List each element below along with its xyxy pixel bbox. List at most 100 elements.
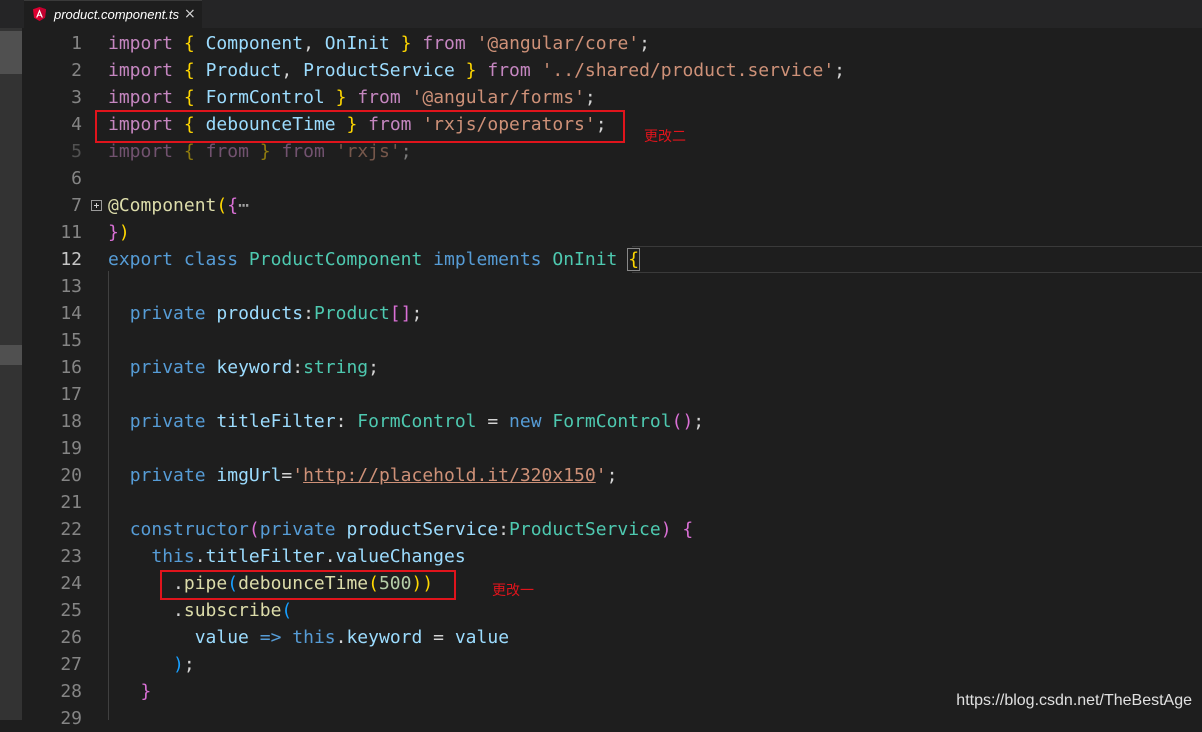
code-text: private products:Product[]; [108,300,423,327]
code-text: import { Product, ProductService } from … [108,57,845,84]
tok [108,627,195,648]
tok [108,465,130,486]
tok [206,303,217,324]
tok: { [682,519,694,540]
tok: : [292,357,304,378]
tok: ProductService [509,519,661,540]
tok [206,465,217,486]
tok: { [183,60,195,81]
folded-ellipsis[interactable]: ⋯ [238,195,249,216]
tok: private [129,411,206,432]
code-line: 1 import { Component, OnInit } from '@an… [22,30,1202,57]
tok [455,60,466,81]
tok: titleFilter [205,546,325,567]
code-text: } [108,678,152,705]
tok: @ [108,195,119,216]
code-text: import { Component, OnInit } from '@angu… [108,30,650,57]
tok [108,519,130,540]
tok: private [129,465,206,486]
tok: } [400,33,412,54]
tok: [] [389,303,412,324]
code-line: 20 private imgUrl='http://placehold.it/3… [22,462,1202,489]
tok [108,411,130,432]
code-text: value => this.keyword = value [108,624,509,651]
code-text: private titleFilter: FormControl = new F… [108,408,704,435]
tok: OnInit [552,249,618,270]
tok: Product [205,60,282,81]
code-line: 22 constructor(private productService:Pr… [22,516,1202,543]
tok [108,357,130,378]
tok: from [422,33,466,54]
tok: ; [400,141,412,162]
code-line: 2 import { Product, ProductService } fro… [22,57,1202,84]
tok: new [509,411,542,432]
tok: Component [205,33,304,54]
tok [249,627,260,648]
line-number: 22 [60,519,82,540]
line-number: 11 [60,222,82,243]
annotation-change2: 更改二 [644,129,686,145]
tok [195,141,206,162]
code-text: }) [108,219,130,246]
tok: => [259,627,282,648]
line-number: 29 [60,708,82,729]
tok: subscribe [183,600,282,621]
tok: } [108,222,119,243]
tok: keyword [346,627,423,648]
tok [173,33,184,54]
line-number: 20 [60,465,82,486]
tok: 'rxjs' [335,141,401,162]
tok: = [281,465,293,486]
tok [412,33,423,54]
line-number: 5 [71,141,82,162]
close-icon[interactable]: × [184,6,196,22]
tok [108,681,141,702]
line-number: 28 [60,681,82,702]
tok [346,87,357,108]
tab-bar: product.component.ts × [0,0,1202,28]
tok: class [183,249,239,270]
tok: = [476,411,510,432]
fold-expand-icon[interactable] [91,200,102,211]
line-number: 19 [60,438,82,459]
code-line: 18 private titleFilter: FormControl = ne… [22,408,1202,435]
tok: ( [281,600,293,621]
tok: products [216,303,304,324]
tok: value [194,627,249,648]
tok: ) [118,222,130,243]
highlight-box-change1 [160,570,456,600]
tok: valueChanges [335,546,466,567]
line-number: 7 [71,195,82,216]
current-line-highlight [632,246,1202,273]
tok: Component [118,195,217,216]
tok: '../shared/product.service' [541,60,835,81]
code-line: 27 ); [22,651,1202,678]
tok: . [173,600,184,621]
line-number: 25 [60,600,82,621]
tok: { [627,248,641,271]
code-line: 14 private products:Product[]; [22,300,1202,327]
url-link[interactable]: http://placehold.it/320x150 [303,465,596,486]
tok: FormControl [552,411,672,432]
code-text: private imgUrl='http://placehold.it/320x… [108,462,618,489]
tok [325,141,336,162]
code-text: this.titleFilter.valueChanges [108,543,466,570]
tok: keyword [216,357,293,378]
tok: ; [639,33,650,54]
tab-product-component[interactable]: product.component.ts × [24,0,202,28]
tok: this [151,546,195,567]
tok [173,249,184,270]
tok: } [465,60,477,81]
tok: , [303,33,325,54]
tok: OnInit [324,33,390,54]
tok: ; [411,303,423,324]
tok [108,600,173,621]
activity-item[interactable] [0,345,22,365]
tok: productService [346,519,499,540]
line-number: 21 [60,492,82,513]
line-number: 16 [60,357,82,378]
activity-item[interactable] [0,31,22,74]
tok [195,87,206,108]
tok: } [335,87,347,108]
tok: { [183,33,195,54]
